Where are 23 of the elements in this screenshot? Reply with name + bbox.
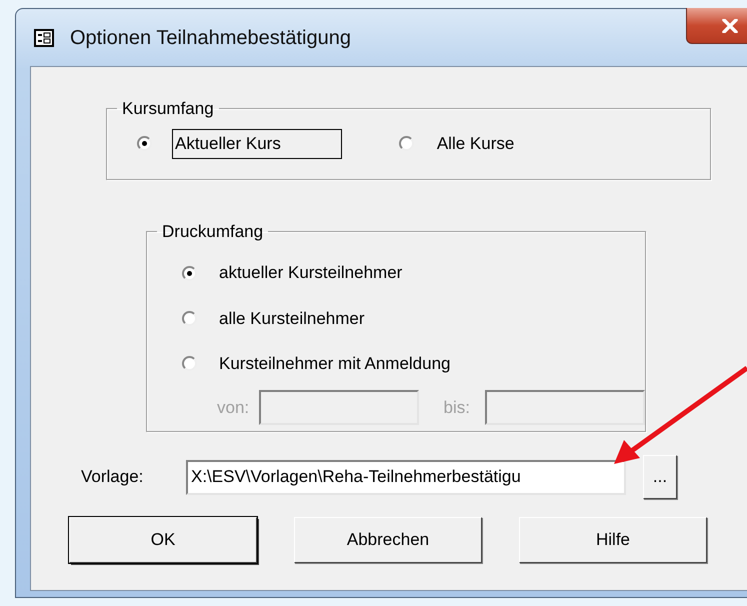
template-path-field[interactable]: X:\ESV\Vorlagen\Reha-Teilnehmerbestätigu — [186, 460, 626, 494]
field-label: Vorlage: — [81, 466, 144, 488]
option-label[interactable]: aktueller Kursteilnehmer — [219, 260, 402, 286]
window-icon — [34, 28, 54, 46]
option-label[interactable]: alle Kursteilnehmer — [219, 306, 365, 332]
option-label[interactable]: Kursteilnehmer mit Anmeldung — [219, 350, 451, 376]
dialog-button[interactable]: Hilfe — [519, 517, 707, 563]
radio-button[interactable] — [398, 136, 414, 152]
field-label: von: — [217, 396, 250, 419]
group-label: Druckumfang — [161, 223, 264, 240]
option-label[interactable]: Alle Kurse — [434, 129, 518, 158]
radio-button[interactable] — [182, 266, 197, 280]
window-title: Optionen Teilnahmebestätigung — [70, 26, 351, 50]
group-label: Kursumfang — [121, 100, 215, 117]
radio-button[interactable] — [137, 136, 152, 152]
dialog-button[interactable]: OK — [69, 517, 257, 563]
option-label[interactable]: Aktueller Kurs — [172, 129, 342, 158]
field-label: bis: — [444, 396, 471, 419]
dialog-button[interactable]: Abbrechen — [294, 517, 482, 563]
radio-button[interactable] — [182, 311, 197, 326]
browse-button[interactable]: ... — [643, 455, 677, 499]
radio-button[interactable] — [182, 356, 197, 371]
close-icon — [722, 18, 738, 32]
